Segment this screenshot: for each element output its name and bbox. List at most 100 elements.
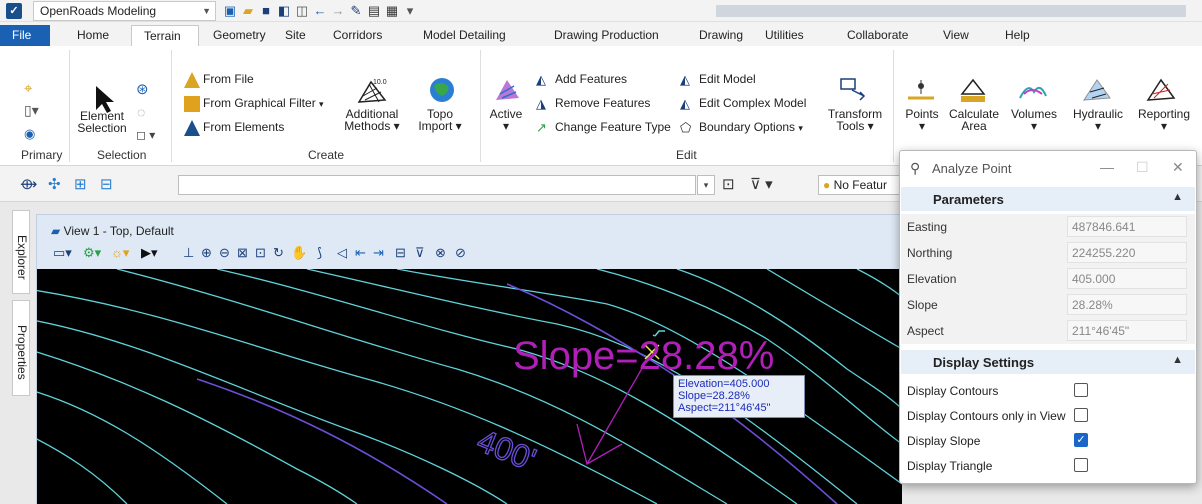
group-label-primary: Primary [21, 148, 63, 162]
calculate-area-button[interactable]: Calculate Area [948, 108, 1000, 132]
element-manipulation-icon[interactable]: ⟴ [20, 175, 37, 193]
camera-icon[interactable]: ◁ [337, 245, 347, 261]
tab-drawing-production[interactable]: Drawing Production [545, 25, 668, 46]
element-selection-button[interactable]: Element Selection [74, 110, 130, 134]
select-all-icon[interactable]: ⊛ [136, 80, 149, 98]
window-area-icon[interactable]: ⊠ [237, 245, 248, 261]
add-features-button[interactable]: ◭ Add Features [536, 72, 627, 88]
document-icon[interactable]: ▯▾ [24, 102, 39, 119]
edit-model-button[interactable]: ◭ Edit Model [680, 72, 756, 88]
param-row-elevation: Elevation 405.000 [901, 266, 1195, 292]
zoom-in-icon[interactable]: ⊕ [201, 245, 212, 261]
active-button[interactable]: Active ▾ [484, 108, 528, 132]
tab-terrain[interactable]: Terrain [131, 25, 199, 46]
dialog-title-bar[interactable]: ⚲ Analyze Point — ☐ ✕ [900, 151, 1196, 186]
clear-clip-icon[interactable]: ⊘ [455, 245, 466, 261]
undo-icon[interactable]: ← [312, 2, 328, 20]
tooltip-elevation: Elevation=405.000 [678, 378, 770, 390]
tab-geometry[interactable]: Geometry [204, 25, 275, 46]
layout-icon[interactable]: ▦ [384, 2, 400, 20]
additional-methods-button[interactable]: Additional Methods ▾ [340, 108, 404, 132]
tab-help[interactable]: Help [996, 25, 1039, 46]
workflow-selector[interactable]: OpenRoads Modeling ▼ [33, 1, 216, 21]
select-tool-icon[interactable]: ▶▾ [141, 245, 158, 261]
redo-icon[interactable]: → [330, 2, 346, 20]
feature-definition-picker[interactable]: ● No Featur [818, 175, 902, 195]
from-file-button[interactable]: From File [184, 72, 254, 88]
tooltip-slope: Slope=28.28% [678, 390, 750, 402]
clip-mask-icon[interactable]: ⊗ [435, 245, 446, 261]
save-settings-icon[interactable]: ◧ [276, 2, 292, 20]
volumes-button[interactable]: Volumes ▾ [1004, 108, 1064, 132]
points-button[interactable]: Points ▾ [900, 108, 944, 132]
parameters-section-header[interactable]: Parameters ▲ [901, 187, 1195, 211]
trim-icon[interactable]: ✣ [48, 175, 61, 193]
feature-filter-icon[interactable]: ⊽ ▾ [750, 175, 773, 193]
transform-tools-button[interactable]: Transform Tools ▾ [822, 108, 888, 132]
customize-qat-icon[interactable]: ▾ [402, 2, 418, 20]
display-triangle-checkbox[interactable] [1074, 458, 1088, 472]
command-input[interactable] [178, 175, 696, 195]
pan-icon[interactable]: ✋ [291, 245, 307, 261]
tab-explorer[interactable]: Explorer [12, 210, 30, 294]
tab-collaborate[interactable]: Collaborate [838, 25, 917, 46]
pin-icon[interactable]: ✎ [348, 2, 364, 20]
contour-line [37, 438, 128, 504]
topo-import-button[interactable]: Topo Import ▾ [410, 108, 470, 132]
hydraulic-button[interactable]: Hydraulic ▾ [1066, 108, 1130, 132]
from-graphical-filter-button[interactable]: From Graphical Filter ▾ [184, 96, 324, 112]
lighting-icon[interactable]: ☼▾ [111, 245, 129, 261]
display-settings-section-header[interactable]: Display Settings ▲ [901, 350, 1195, 374]
tab-utilities[interactable]: Utilities [756, 25, 813, 46]
minimize-button[interactable]: — [1100, 159, 1114, 175]
tab-home[interactable]: Home [68, 25, 118, 46]
snap-icon[interactable]: ⊞ [74, 175, 87, 193]
save-icon[interactable]: ■ [258, 2, 274, 20]
display-contours-only-in-view-checkbox[interactable] [1074, 408, 1088, 422]
display-contours-checkbox[interactable] [1074, 383, 1088, 397]
side-panel: Explorer Properties [0, 202, 34, 504]
command-dropdown[interactable]: ▾ [697, 175, 715, 195]
terrain-primary-icon[interactable]: ⌖ [24, 80, 32, 97]
maximize-button[interactable]: ☐ [1136, 159, 1149, 176]
from-elements-button[interactable]: From Elements [184, 120, 284, 136]
layers-icon[interactable]: ⊡ [722, 175, 735, 193]
select-circle-icon[interactable]: ◌ [137, 104, 145, 120]
tab-drawing[interactable]: Drawing [690, 25, 752, 46]
view-previous-icon[interactable]: ⇤ [355, 245, 366, 261]
point-tooltip: Elevation=405.000 Slope=28.28% Aspect=21… [673, 375, 805, 418]
remove-features-button[interactable]: ◮ Remove Features [536, 96, 650, 112]
reporting-button[interactable]: Reporting ▾ [1132, 108, 1196, 132]
display-slope-checkbox[interactable]: ✓ [1074, 433, 1088, 447]
view-next-icon[interactable]: ⇥ [373, 245, 384, 261]
tab-corridors[interactable]: Corridors [324, 25, 391, 46]
update-view-icon[interactable]: ⊥ [183, 245, 194, 261]
view-icon: ▰ [51, 224, 61, 238]
select-box-dropdown[interactable]: ◻ ▾ [136, 128, 155, 142]
tab-site[interactable]: Site [276, 25, 315, 46]
change-feature-icon: ↗ [536, 120, 547, 135]
edit-complex-model-button[interactable]: ◭ Edit Complex Model [680, 96, 806, 112]
clip-volume-icon[interactable]: ⊽ [415, 245, 425, 261]
change-feature-type-button[interactable]: ↗ Change Feature Type [536, 120, 671, 136]
close-button[interactable]: ✕ [1172, 159, 1184, 176]
print-icon[interactable]: ▤ [366, 2, 382, 20]
zoom-out-icon[interactable]: ⊖ [219, 245, 230, 261]
tab-file[interactable]: File [0, 25, 50, 46]
fit-view-icon[interactable]: ⊡ [255, 245, 266, 261]
snap-settings-icon[interactable]: ⊟ [100, 175, 113, 193]
tab-model-detailing[interactable]: Model Detailing [414, 25, 515, 46]
boundary-options-button[interactable]: ⬠ Boundary Options ▾ [680, 120, 803, 136]
tab-properties[interactable]: Properties [12, 300, 30, 396]
levels-icon[interactable]: ⚙▾ [83, 245, 101, 261]
view-attributes-icon[interactable]: ▭▾ [53, 245, 72, 261]
rotate-view-icon[interactable]: ↻ [273, 245, 284, 261]
walk-icon[interactable]: ⟆ [317, 245, 322, 261]
compress-icon[interactable]: ◫ [294, 2, 310, 20]
model-info-icon[interactable]: ◉ [24, 126, 35, 142]
app-logo-icon[interactable]: ✓ [6, 3, 22, 19]
open-folder-icon[interactable]: ▰ [240, 2, 256, 20]
copy-view-icon[interactable]: ⊟ [395, 245, 406, 261]
tab-view[interactable]: View [934, 25, 978, 46]
workset-icon[interactable]: ▣ [222, 2, 238, 20]
